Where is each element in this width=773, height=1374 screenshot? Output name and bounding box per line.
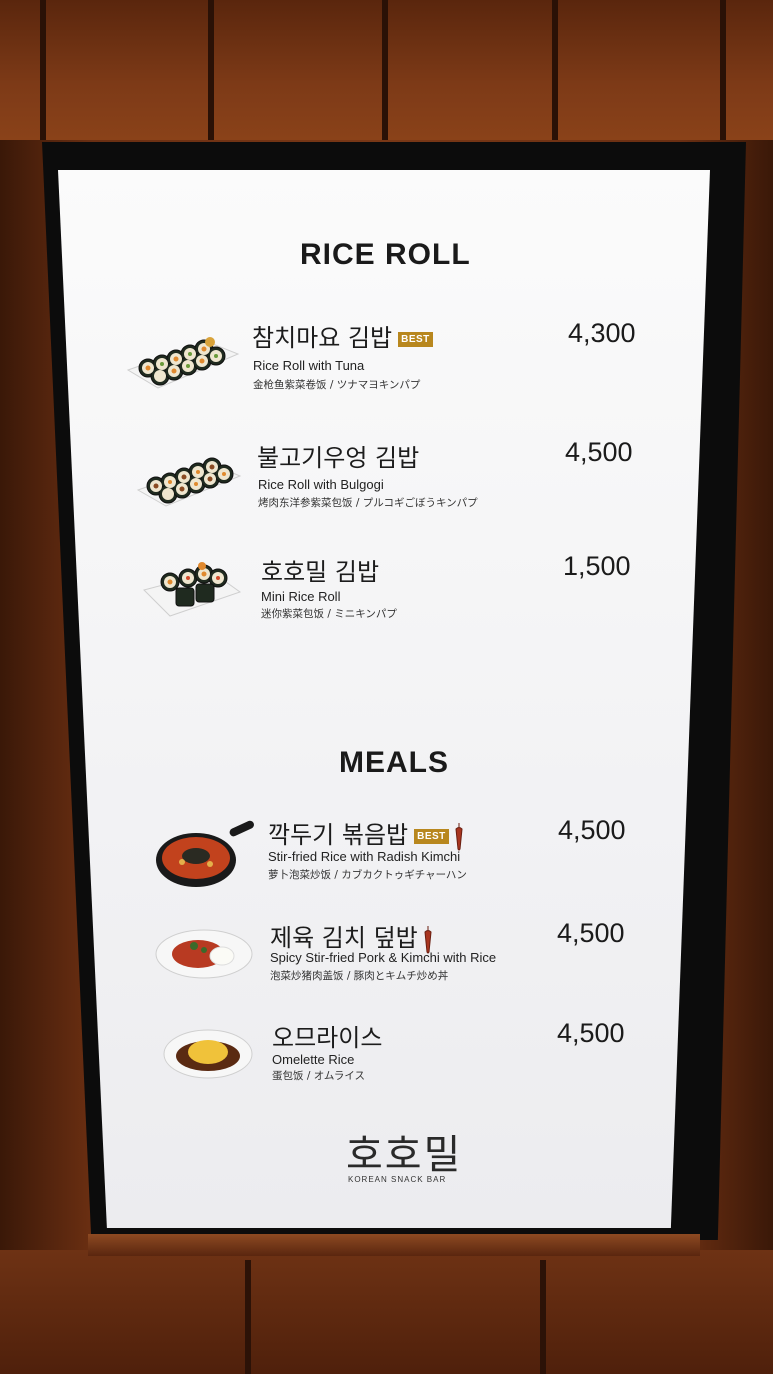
menu-item-price: 1,500 xyxy=(563,551,631,581)
wall-bottom xyxy=(0,1250,773,1374)
menu-item-name: 불고기우엉 김밥 xyxy=(257,444,420,472)
tuna-rice-roll-photo xyxy=(126,337,240,389)
wall-slat xyxy=(245,1260,251,1374)
wall-slat xyxy=(382,0,388,140)
wall-slat xyxy=(552,0,558,140)
best-badge: BEST xyxy=(414,828,449,844)
menu-item-translation: 萝卜泡菜炒饭 / カブカクトゥギチャーハン xyxy=(268,869,467,881)
brand-tagline: KOREAN SNACK BAR xyxy=(348,1175,447,1184)
menu-item-english: Rice Roll with Bulgogi xyxy=(258,477,384,492)
menu-item-english: Omelette Rice xyxy=(272,1052,355,1067)
menu-item-english: Mini Rice Roll xyxy=(261,589,341,604)
menu-item-name: 참치마요 김밥 BEST xyxy=(252,318,433,353)
best-badge: BEST xyxy=(398,331,433,347)
menu-item-price: 4,500 xyxy=(557,918,625,948)
menu-item-translation: 迷你紫菜包饭 / ミニキンパプ xyxy=(261,608,397,620)
wall-slat xyxy=(208,0,214,140)
display-ledge xyxy=(88,1234,700,1256)
chili-pepper-icon xyxy=(455,823,463,851)
menu-item-translation: 烤肉东洋参紫菜包饭 / プルコギごぼうキンパプ xyxy=(258,497,478,509)
section-title-meals: MEALS xyxy=(339,746,449,779)
menu-item-translation: 泡菜炒猪肉盖饭 / 豚肉とキムチ炒め丼 xyxy=(270,970,449,982)
menu-item-english: Stir-fried Rice with Radish Kimchi xyxy=(268,849,461,864)
menu-item-price: 4,500 xyxy=(558,815,626,845)
wall-slat xyxy=(40,0,46,140)
menu-item-price: 4,500 xyxy=(565,437,633,467)
menu-item-english: Rice Roll with Tuna xyxy=(253,358,365,373)
menu-item-name: 깍두기 볶음밥 BEST xyxy=(268,815,465,851)
menu-item-translation: 金枪鱼紫菜卷饭 / ツナマヨキンパプ xyxy=(253,379,421,391)
wall-slat xyxy=(720,0,726,140)
section-title-rice-roll: RICE ROLL xyxy=(300,238,471,271)
bulgogi-rice-roll-photo xyxy=(136,457,242,507)
menu-item-price: 4,500 xyxy=(557,1018,625,1048)
menu-item-name: 오므라이스 xyxy=(272,1024,383,1052)
menu-item-name: 제육 김치 덮밥 xyxy=(270,918,434,954)
omelette-rice-photo xyxy=(163,1029,253,1079)
brand-logo: 호호밀 xyxy=(346,1132,463,1178)
wall-slat xyxy=(540,1260,546,1374)
menu-item-english: Spicy Stir-fried Pork & Kimchi with Rice xyxy=(270,950,497,965)
kimchi-fried-rice-photo xyxy=(156,820,254,887)
menu-item-name: 호호밀 김밥 xyxy=(261,558,380,586)
menu-item-translation: 蛋包饭 / オムライス xyxy=(272,1070,366,1082)
mini-rice-roll-photo xyxy=(143,562,242,617)
menu-item-price: 4,300 xyxy=(568,318,636,348)
spicy-pork-kimchi-rice-photo xyxy=(155,929,253,979)
